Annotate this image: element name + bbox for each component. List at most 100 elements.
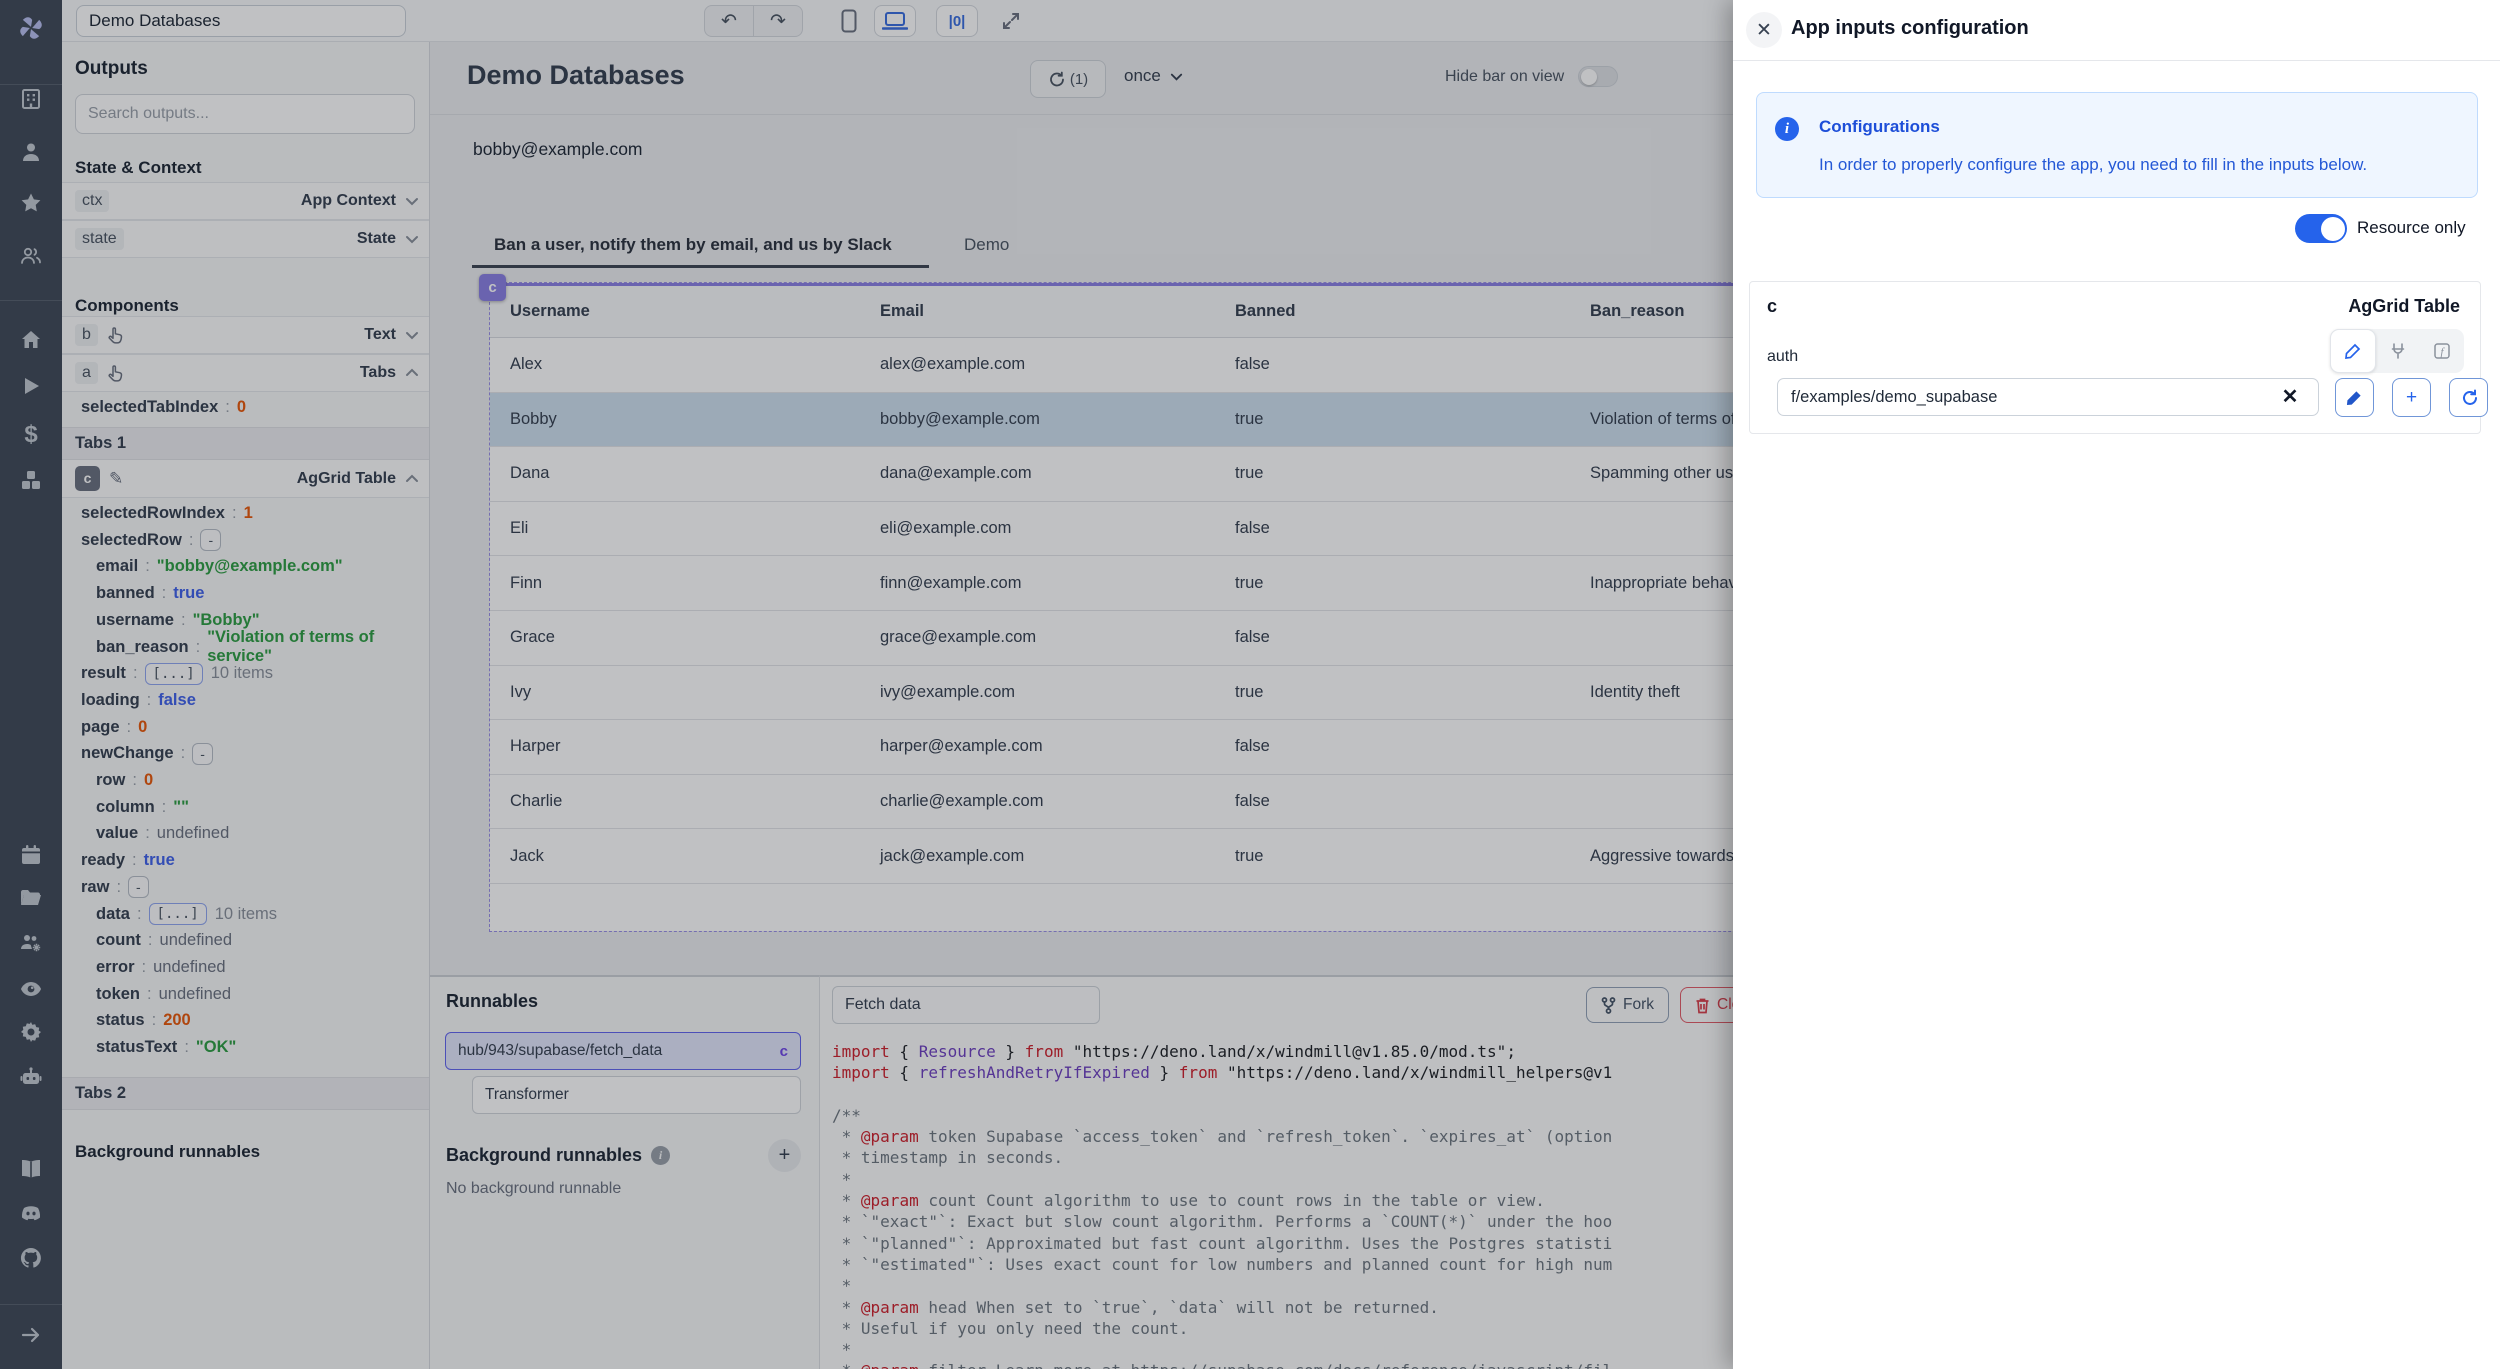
json-key: selectedRowIndex <box>81 504 225 523</box>
selected-component-badge[interactable]: c <box>479 274 506 301</box>
collapsed-array-toggle[interactable]: [...] <box>149 903 207 925</box>
tabs2-section-header[interactable]: Tabs 2 <box>62 1077 430 1110</box>
desktop-view-button[interactable] <box>874 5 916 37</box>
hide-bar-toggle[interactable] <box>1578 66 1618 87</box>
chevron-down-icon[interactable] <box>404 193 420 209</box>
json-value: "Bobby" <box>193 611 260 630</box>
component-row-c[interactable]: c ✎ AgGrid Table <box>62 460 430 498</box>
eye-icon[interactable] <box>0 977 62 1006</box>
refresh-count-button[interactable]: (1) <box>1030 60 1106 98</box>
edit-id-icon[interactable]: ✎ <box>109 469 123 489</box>
output-row-a[interactable]: aTabs <box>62 354 430 392</box>
undo-redo-group: ↶ ↷ <box>704 5 803 37</box>
workers-icon[interactable] <box>0 931 62 960</box>
calendar-icon[interactable] <box>0 843 62 872</box>
output-row-ctx[interactable]: ctxApp Context <box>62 182 430 220</box>
resource-path-input[interactable] <box>1777 378 2319 416</box>
connect-mode-button[interactable] <box>2376 329 2420 373</box>
user-icon[interactable] <box>0 140 62 169</box>
eval-mode-button[interactable]: f <box>2420 329 2464 373</box>
dollar-icon[interactable]: $ <box>0 421 62 449</box>
add-resource-button[interactable]: + <box>2392 378 2431 417</box>
table-cell: false <box>1215 720 1570 774</box>
folder-icon[interactable] <box>0 886 62 915</box>
table-cell: grace@example.com <box>860 611 1215 665</box>
json-tree-row: newChange:- <box>62 740 430 767</box>
fork-button[interactable]: Fork <box>1586 987 1669 1023</box>
robot-icon[interactable] <box>0 1065 62 1094</box>
buildings-icon[interactable] <box>0 87 62 116</box>
json-key: token <box>96 985 140 1004</box>
chevron-down-icon[interactable] <box>404 231 420 247</box>
cubes-icon[interactable] <box>0 468 62 497</box>
mobile-view-button[interactable] <box>828 5 870 37</box>
fullscreen-button[interactable] <box>990 5 1032 37</box>
resource-only-toggle[interactable] <box>2295 214 2347 243</box>
array-length: 10 items <box>211 664 273 683</box>
edit-resource-button[interactable] <box>2335 378 2374 417</box>
input-mode-group: f <box>2330 329 2464 373</box>
redo-button[interactable]: ↷ <box>754 5 802 37</box>
json-key: selectedTabIndex <box>81 398 218 417</box>
json-value: undefined <box>157 824 230 843</box>
book-icon[interactable] <box>0 1157 62 1186</box>
tab-ban-user[interactable]: Ban a user, notify them by email, and us… <box>494 235 892 255</box>
home-icon[interactable] <box>0 328 62 357</box>
info-icon: i <box>1775 117 1799 141</box>
json-key: username <box>96 611 174 630</box>
runnable-item[interactable]: Transformer <box>472 1076 801 1114</box>
arrow-right-icon[interactable] <box>0 1323 62 1352</box>
main-sidebar: $ <box>0 0 62 1369</box>
collapsed-object-toggle[interactable]: - <box>192 743 213 765</box>
output-row-state[interactable]: stateState <box>62 220 430 258</box>
state-context-title: State & Context <box>75 158 202 178</box>
table-cell: true <box>1215 393 1570 447</box>
runnable-name-input[interactable] <box>832 986 1100 1024</box>
runnable-item[interactable]: hub/943/supabase/fetch_datac <box>445 1032 801 1070</box>
table-cell: finn@example.com <box>860 556 1215 610</box>
table-header-cell[interactable]: Username <box>490 286 860 337</box>
json-key: banned <box>96 584 155 603</box>
run-mode-dropdown[interactable]: once <box>1124 66 1184 86</box>
play-icon[interactable] <box>0 374 62 403</box>
users-icon[interactable] <box>0 244 62 273</box>
app-name-input[interactable] <box>76 5 406 37</box>
json-tree-row: data:[...]10 items <box>62 901 430 928</box>
json-key: loading <box>81 691 140 710</box>
github-icon[interactable] <box>0 1246 62 1275</box>
json-tree-row: selectedRow:- <box>62 527 430 554</box>
text-component[interactable]: bobby@example.com <box>473 139 643 160</box>
clear-input-icon[interactable]: ✕ <box>2278 385 2302 409</box>
static-mode-button[interactable] <box>2330 329 2376 373</box>
json-key: result <box>81 664 126 683</box>
gear-icon[interactable] <box>0 1020 62 1049</box>
output-row-b[interactable]: bText <box>62 316 430 354</box>
table-header-cell[interactable]: Banned <box>1215 286 1570 337</box>
chevron-up-icon[interactable] <box>404 365 420 381</box>
add-background-runnable-button[interactable]: + <box>768 1139 801 1172</box>
table-cell: alex@example.com <box>860 338 1215 392</box>
tab-demo[interactable]: Demo <box>964 235 1009 255</box>
chevron-up-icon[interactable] <box>404 471 420 487</box>
runnables-panel: Runnables hub/943/supabase/fetch_datacTr… <box>430 975 820 1369</box>
chevron-down-icon[interactable] <box>404 327 420 343</box>
table-header-cell[interactable]: Email <box>860 286 1215 337</box>
json-tree-row: email:"bobby@example.com" <box>62 553 430 580</box>
center-align-button[interactable]: |0| <box>936 5 978 37</box>
json-tree-row: error:undefined <box>62 954 430 981</box>
collapsed-object-toggle[interactable]: - <box>128 876 149 898</box>
json-key: column <box>96 798 155 817</box>
collapsed-object-toggle[interactable]: - <box>200 529 221 551</box>
json-tree-row: count:undefined <box>62 927 430 954</box>
close-drawer-button[interactable]: ✕ <box>1746 12 1782 48</box>
collapsed-array-toggle[interactable]: [...] <box>145 663 203 685</box>
star-icon[interactable] <box>0 191 62 220</box>
refresh-resource-button[interactable] <box>2449 378 2488 417</box>
search-outputs-input[interactable] <box>75 94 415 134</box>
tabs1-section-header[interactable]: Tabs 1 <box>62 427 430 460</box>
undo-button[interactable]: ↶ <box>705 5 753 37</box>
json-value: "bobby@example.com" <box>157 557 343 576</box>
discord-icon[interactable] <box>0 1202 62 1231</box>
row-id: state <box>75 228 124 250</box>
row-type: App Context <box>301 192 396 210</box>
